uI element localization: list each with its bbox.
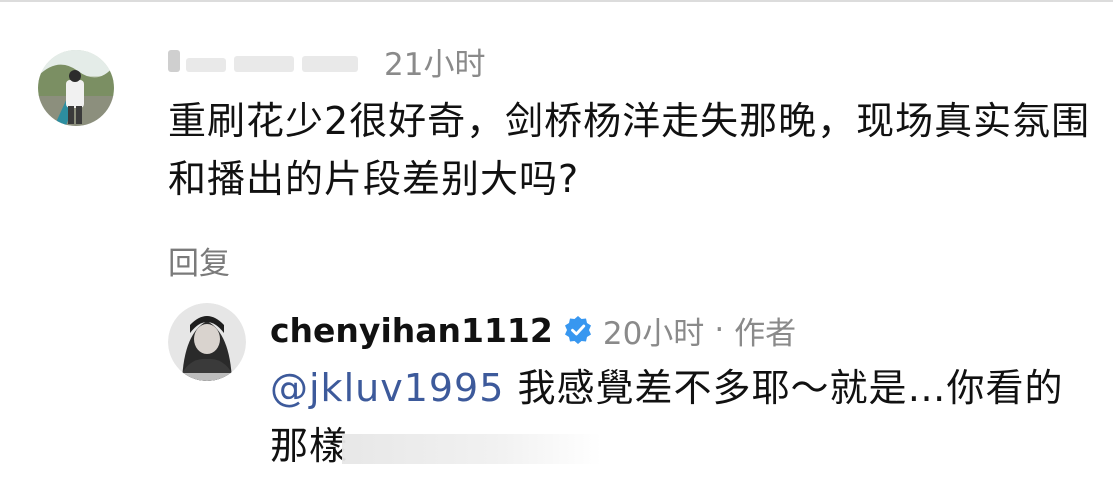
- reply-username[interactable]: chenyihan1112: [270, 311, 553, 350]
- reply-button[interactable]: 回复: [168, 238, 1108, 283]
- reply-meta: chenyihan1112 20小时 · 作者: [270, 303, 1100, 357]
- verified-badge-icon: [563, 315, 593, 345]
- author-tag: 作者: [734, 315, 797, 352]
- meta-separator: ·: [714, 312, 725, 348]
- comment-text: 重刷花少2很好奇，剑桥杨洋走失那晚，现场真实氛围和播出的片段差别大吗?: [168, 99, 1091, 201]
- avatar-photo-icon: [168, 303, 246, 381]
- commenter-avatar[interactable]: [38, 36, 114, 140]
- redacted-username[interactable]: [168, 44, 378, 78]
- comment-meta: 21小时: [168, 36, 1108, 86]
- redaction-overlay: [342, 433, 603, 464]
- reply-body: chenyihan1112 20小时 · 作者 @jkluv1995 我感覺差不…: [270, 303, 1100, 475]
- comment-body: 21小时 重刷花少2很好奇，剑桥杨洋走失那晚，现场真实氛围和播出的片段差别大吗?…: [168, 36, 1108, 283]
- comment-time: 21小时: [384, 46, 486, 83]
- avatar-photo-icon: [38, 50, 114, 126]
- top-divider: [0, 0, 1113, 2]
- author-avatar[interactable]: [168, 303, 246, 381]
- reply-text: @jkluv1995 我感覺差不多耶～就是…你看的那樣: [270, 359, 1100, 475]
- mention-link[interactable]: @jkluv1995: [270, 366, 504, 410]
- reply-time: 20小时: [602, 315, 705, 352]
